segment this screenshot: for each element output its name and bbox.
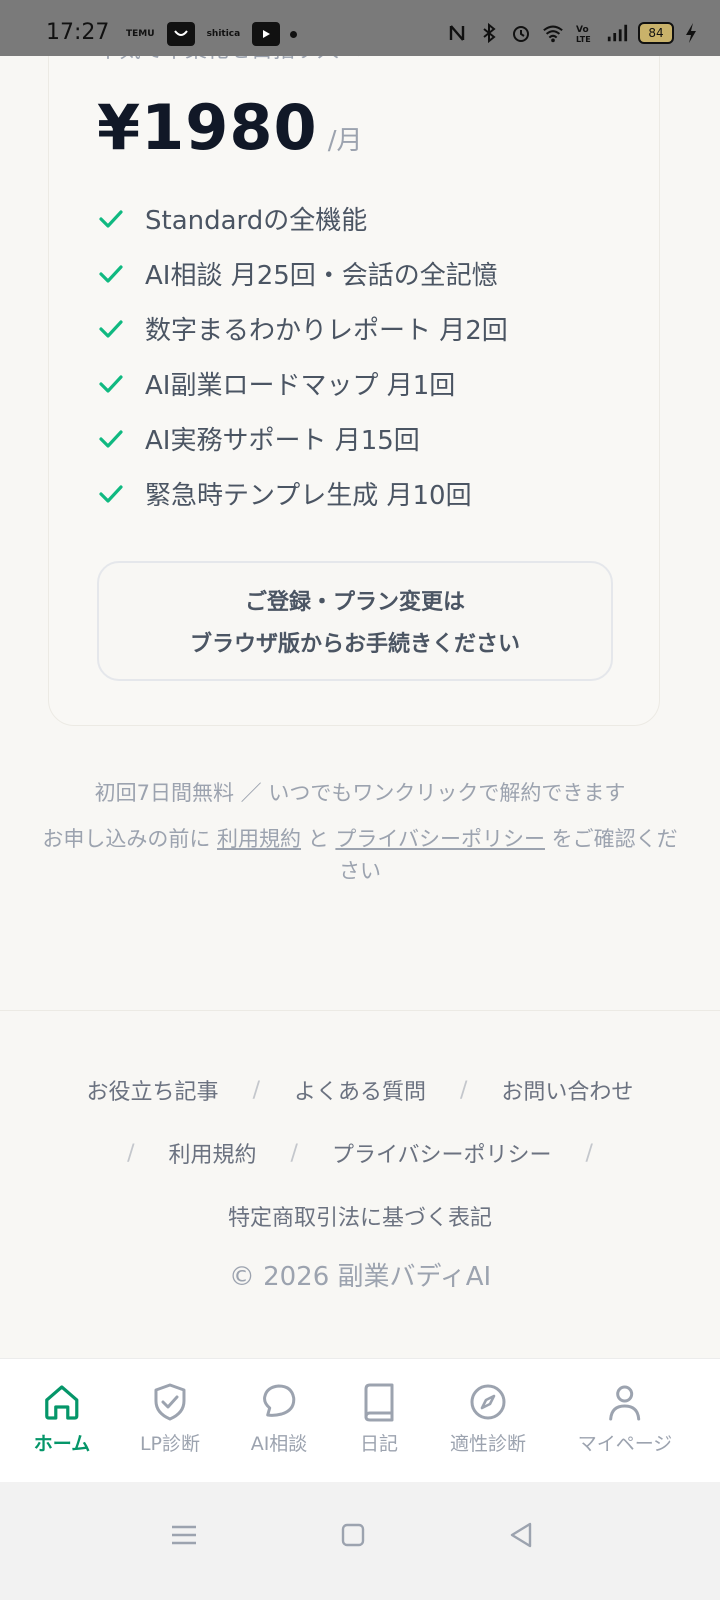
tab-label: マイページ xyxy=(577,1433,673,1455)
svg-text:LTE: LTE xyxy=(576,35,591,44)
terms-consent-note: お申し込みの前に 利用規約 と プライバシーポリシー をご確認ください xyxy=(40,823,680,887)
footer-link-articles[interactable]: お役立ち記事 xyxy=(87,1074,219,1106)
footer-link-contact[interactable]: お問い合わせ xyxy=(501,1074,633,1106)
home-icon xyxy=(45,1385,79,1420)
bluetooth-icon xyxy=(483,22,496,44)
nfc-icon xyxy=(449,25,465,41)
terms-prefix: お申し込みの前に xyxy=(42,827,211,851)
feature-text: 緊急時テンプレ生成 月10回 xyxy=(145,481,472,511)
feature-list: Standardの全機能 AI相談 月25回・会話の全記憶 数字まるわかりレポー… xyxy=(97,191,508,521)
feature-text: AI副業ロードマップ 月1回 xyxy=(145,371,456,401)
copyright: © 2026 副業バディAI xyxy=(228,1262,492,1292)
temu-app-icon: TEMU xyxy=(126,29,155,39)
footer-link-terms[interactable]: 利用規約 xyxy=(169,1137,257,1169)
wifi-icon xyxy=(543,25,563,43)
tab-label: AI相談 xyxy=(250,1433,308,1455)
signal-icon xyxy=(607,24,628,42)
pricing-card-premium: 本気で本業化を目指す人へ ¥1980 /月 Standardの全機能 AI相談 … xyxy=(48,0,660,726)
footer-links-row-3: 特定商取引法に基づく表記 xyxy=(0,1200,720,1232)
notice-line-1: ご登録・プラン変更は xyxy=(244,590,465,615)
status-indicators: Vo LTE 84 xyxy=(446,22,698,44)
privacy-link[interactable]: プライバシーポリシー xyxy=(335,827,545,851)
feature-item: 緊急時テンプレ生成 月10回 xyxy=(97,466,508,521)
tab-label: LP診断 xyxy=(139,1433,201,1455)
chat-bubble-icon xyxy=(263,1384,296,1417)
terms-link[interactable]: 利用規約 xyxy=(217,827,301,851)
check-icon xyxy=(99,319,123,338)
feature-text: AI実務サポート 月15回 xyxy=(145,426,420,456)
volte-icon: VoLTE xyxy=(576,25,591,44)
feature-item: AI相談 月25回・会話の全記憶 xyxy=(97,246,508,301)
footer-separator: / xyxy=(460,1077,468,1103)
price-row: ¥1980 /月 xyxy=(97,91,362,164)
check-icon xyxy=(99,209,123,228)
footer-links-row-2: / 利用規約 / プライバシーポリシー / xyxy=(0,1137,720,1169)
footer-separator: / xyxy=(252,1077,260,1103)
tab-label: 適性診断 xyxy=(449,1433,527,1455)
home-button-icon[interactable] xyxy=(336,1518,370,1552)
shitica-app-icon: shitica xyxy=(206,29,241,39)
price-unit: /月 xyxy=(327,126,363,156)
user-icon xyxy=(609,1385,641,1421)
smile-app-icon xyxy=(166,22,195,46)
check-icon xyxy=(99,484,123,503)
svg-text:Vo: Vo xyxy=(576,25,589,35)
feature-item: AI副業ロードマップ 月1回 xyxy=(97,356,508,411)
footer-link-faq[interactable]: よくある質問 xyxy=(294,1074,426,1106)
check-icon xyxy=(99,429,123,448)
footer-link-privacy[interactable]: プライバシーポリシー xyxy=(332,1137,552,1169)
notice-line-2: ブラウザ版からお手続きください xyxy=(189,632,520,657)
feature-text: 数字まるわかりレポート 月2回 xyxy=(145,316,508,346)
terms-and: と xyxy=(307,827,329,851)
shield-check-icon xyxy=(154,1383,186,1421)
more-notifications-dot xyxy=(290,30,298,38)
charging-icon xyxy=(686,23,696,43)
tab-lp-diagnosis[interactable]: LP診断 xyxy=(140,1381,200,1456)
status-bar: 17:27 TEMU shitica Vo LTE 84 xyxy=(0,0,720,56)
back-icon[interactable] xyxy=(504,1518,538,1552)
footer-link-commerce-law[interactable]: 特定商取引法に基づく表記 xyxy=(228,1200,492,1232)
tab-label: 日記 xyxy=(359,1433,398,1455)
compass-icon xyxy=(470,1384,506,1420)
youtube-app-icon xyxy=(252,22,281,46)
menu-icon[interactable] xyxy=(167,1518,201,1552)
tab-mypage[interactable]: マイページ xyxy=(577,1381,673,1456)
tab-ai-consult[interactable]: AI相談 xyxy=(250,1381,308,1456)
check-icon xyxy=(99,374,123,393)
alarm-icon xyxy=(513,26,529,42)
system-nav-bar xyxy=(0,1482,720,1600)
tab-aptitude[interactable]: 適性診断 xyxy=(450,1381,526,1456)
status-app-icons: TEMU shitica xyxy=(124,22,298,46)
bottom-tab-bar: ホーム LP診断 AI相談 日記 適性診断 マイページ xyxy=(0,1358,720,1483)
feature-text: Standardの全機能 xyxy=(145,206,368,236)
tab-diary[interactable]: 日記 xyxy=(358,1381,400,1456)
tab-label: ホーム xyxy=(33,1433,91,1455)
book-icon xyxy=(364,1383,394,1422)
footer-separator: / xyxy=(127,1140,135,1166)
footer-links-row-1: お役立ち記事 / よくある質問 / お問い合わせ xyxy=(0,1074,720,1106)
feature-item: AI実務サポート 月15回 xyxy=(97,411,508,466)
check-icon xyxy=(99,264,123,283)
browser-signup-notice: ご登録・プラン変更は ブラウザ版からお手続きください xyxy=(97,561,613,681)
battery-icon: 84 xyxy=(638,22,674,44)
feature-text: AI相談 月25回・会話の全記憶 xyxy=(145,261,498,291)
feature-item: Standardの全機能 xyxy=(97,191,508,246)
footer-divider xyxy=(0,1010,720,1011)
tab-home[interactable]: ホーム xyxy=(34,1381,90,1456)
footer-separator: / xyxy=(585,1140,593,1166)
footer-separator: / xyxy=(290,1140,298,1166)
free-trial-note: 初回7日間無料 ／ いつでもワンクリックで解約できます xyxy=(94,781,626,805)
plan-price: ¥1980 xyxy=(97,91,318,164)
status-time: 17:27 xyxy=(46,20,110,45)
feature-item: 数字まるわかりレポート 月2回 xyxy=(97,301,508,356)
